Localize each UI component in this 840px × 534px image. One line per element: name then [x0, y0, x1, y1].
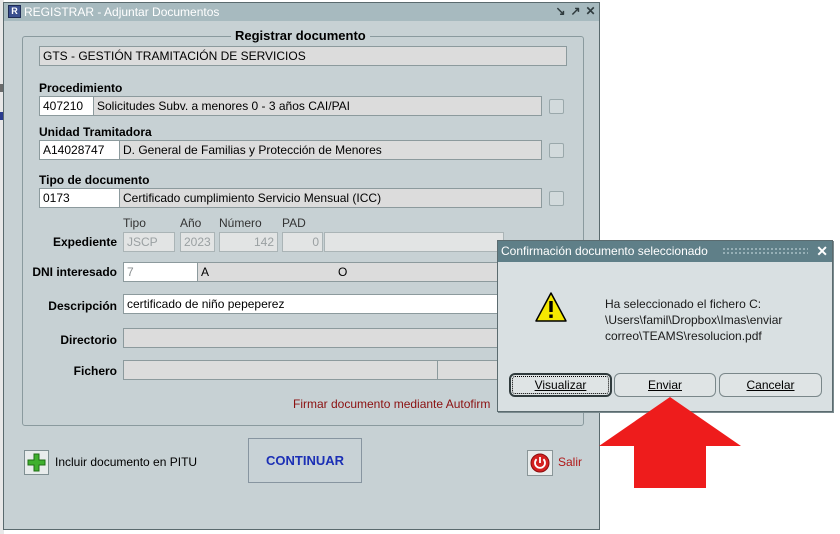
incluir-pitu-label[interactable]: Incluir documento en PITU	[55, 455, 197, 469]
cancelar-label: Cancelar	[746, 378, 795, 392]
directorio-field[interactable]	[123, 328, 504, 348]
descripcion-field[interactable]: certificado de niño pepeperez	[123, 294, 504, 314]
dialog-message-line: \Users\famil\Dropbox\Imas\enviar	[605, 313, 783, 327]
tipo-documento-checkbox[interactable]	[549, 191, 564, 206]
confirmation-dialog: Confirmación documento seleccionado ✕ Ha…	[497, 240, 833, 412]
expediente-numero-header: Número	[219, 216, 262, 230]
expediente-label: Expediente	[52, 235, 117, 249]
app-icon: R	[8, 5, 21, 18]
dni-label: DNI interesado	[32, 265, 117, 279]
tipo-documento-description-field[interactable]: Certificado cumplimiento Servicio Mensua…	[119, 188, 542, 208]
expediente-tipo-header: Tipo	[123, 216, 146, 230]
expediente-pad-header: PAD	[282, 216, 306, 230]
procedimiento-code-field[interactable]: 407210	[39, 96, 94, 116]
dni-field[interactable]: 7	[123, 262, 198, 282]
expediente-tipo-field[interactable]: JSCP	[123, 232, 175, 252]
procedimiento-label: Procedimiento	[39, 81, 123, 95]
descripcion-label: Descripción	[48, 299, 117, 313]
expediente-extra-field[interactable]	[324, 232, 504, 252]
organismo-field[interactable]: GTS - GESTIÓN TRAMITACIÓN DE SERVICIOS	[39, 46, 567, 66]
unidad-label: Unidad Tramitadora	[39, 125, 152, 139]
expediente-anio-header: Año	[180, 216, 202, 230]
interesado-name-part1: A	[201, 265, 210, 279]
interesado-name-part2: O	[338, 265, 348, 279]
tipo-documento-label: Tipo de documento	[39, 173, 150, 187]
continuar-button[interactable]: CONTINUAR	[248, 438, 362, 483]
minimize-icon[interactable]: ↘	[554, 4, 567, 19]
procedimiento-checkbox[interactable]	[549, 99, 564, 114]
maximize-icon[interactable]: ↗	[569, 4, 582, 19]
arrow-icon	[599, 397, 741, 488]
interesado-name-field[interactable]: A O	[197, 262, 504, 282]
unidad-checkbox[interactable]	[549, 143, 564, 158]
expediente-numero-field[interactable]: 142	[219, 232, 278, 252]
dialog-message-line: correo\TEAMS\resolucion.pdf	[605, 329, 762, 343]
unidad-code-field[interactable]: A14028747	[39, 140, 120, 160]
dialog-titlebar[interactable]: Confirmación documento seleccionado ✕	[498, 241, 832, 262]
enviar-label: Enviar	[647, 378, 682, 392]
expediente-pad-field[interactable]: 0	[282, 232, 323, 252]
fichero-field[interactable]	[123, 360, 438, 380]
cancelar-button[interactable]: Cancelar	[719, 373, 822, 397]
window-title: REGISTRAR - Adjuntar Documentos	[24, 5, 220, 19]
unidad-description-field[interactable]: D. General de Familias y Protección de M…	[119, 140, 542, 160]
fichero-extension-field[interactable]	[437, 360, 504, 380]
window-titlebar[interactable]: R REGISTRAR - Adjuntar Documentos ↘ ↗ ✕	[4, 3, 599, 21]
salir-label[interactable]: Salir	[558, 455, 582, 469]
plus-icon[interactable]	[24, 450, 49, 475]
warning-icon	[535, 292, 567, 322]
firmar-autofirma-label[interactable]: Firmar documento mediante Autofirm	[293, 397, 490, 411]
power-icon[interactable]	[527, 450, 553, 476]
dialog-title: Confirmación documento seleccionado	[501, 244, 708, 258]
drag-grip[interactable]	[722, 247, 808, 255]
procedimiento-description-field[interactable]: Solicitudes Subv. a menores 0 - 3 años C…	[93, 96, 542, 116]
expediente-anio-field[interactable]: 2023	[180, 232, 215, 252]
dialog-message: Ha seleccionado el fichero C: \Users\fam…	[605, 296, 782, 344]
dialog-message-line: Ha seleccionado el fichero C:	[605, 297, 762, 311]
fichero-label: Fichero	[73, 364, 117, 378]
visualizar-label: Visualizar	[534, 378, 587, 392]
enviar-button[interactable]: Enviar	[614, 373, 716, 397]
tipo-documento-code-field[interactable]: 0173	[39, 188, 120, 208]
visualizar-button[interactable]: Visualizar	[509, 373, 612, 397]
directorio-label: Directorio	[60, 333, 117, 347]
close-icon[interactable]: ✕	[584, 4, 597, 19]
group-title: Registrar documento	[231, 28, 370, 43]
close-icon[interactable]: ✕	[816, 241, 828, 262]
